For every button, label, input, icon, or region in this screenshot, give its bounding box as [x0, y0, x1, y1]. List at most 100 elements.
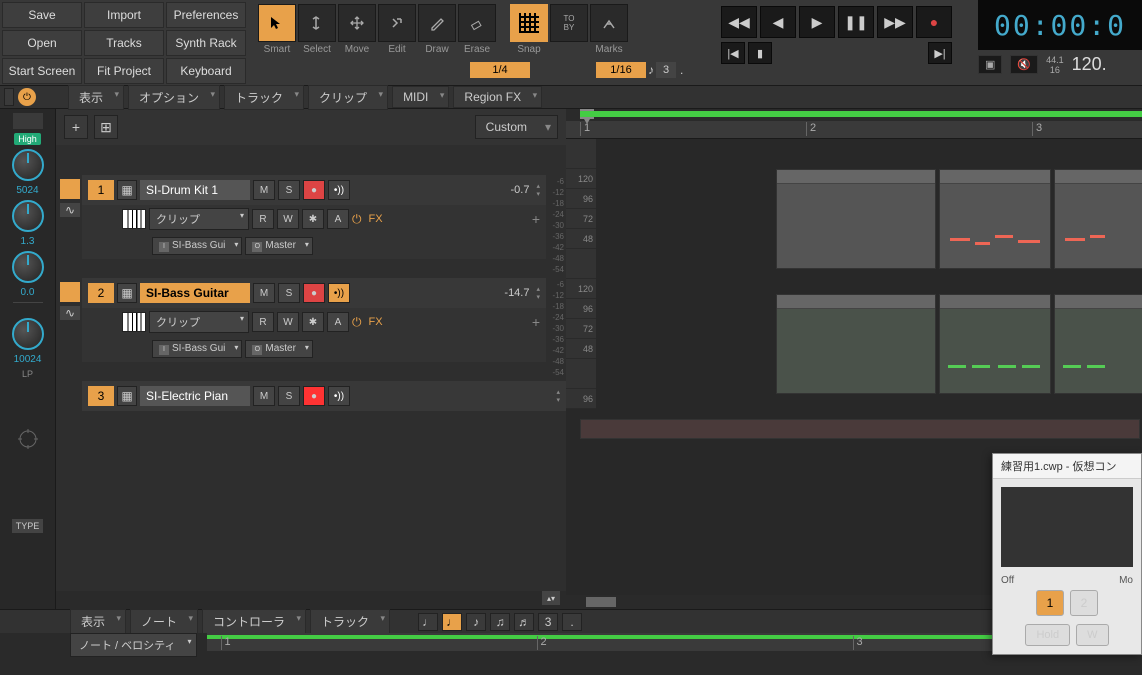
edit-tool[interactable]: [378, 4, 416, 42]
track-1-arm[interactable]: ●: [303, 180, 325, 200]
marks-button[interactable]: [590, 4, 628, 42]
knob-2[interactable]: [12, 200, 44, 232]
track-1-clip-dd[interactable]: クリップ: [149, 208, 249, 230]
start-screen-button[interactable]: Start Screen: [2, 58, 82, 84]
track-dropdown[interactable]: トラック: [224, 85, 304, 110]
velocity-dd[interactable]: ノート / ベロシティ: [70, 633, 197, 657]
midi-dropdown[interactable]: MIDI: [392, 86, 449, 108]
select-tool[interactable]: [298, 4, 336, 42]
snap-button[interactable]: [510, 4, 548, 42]
note-triplet[interactable]: 3: [538, 613, 558, 631]
track-2-add-fx[interactable]: +: [532, 314, 540, 330]
note-eighth[interactable]: ♫: [490, 613, 510, 631]
track-3-solo[interactable]: S: [278, 386, 300, 406]
track-2-fx[interactable]: FX: [369, 316, 383, 328]
note-quarter[interactable]: ♪: [466, 613, 486, 631]
synth-rack-button[interactable]: Synth Rack: [166, 30, 246, 56]
browser-icon[interactable]: [13, 113, 43, 129]
w-button[interactable]: W: [1076, 624, 1108, 646]
to-by-button[interactable]: TOBY: [550, 4, 588, 42]
track-1-arrows[interactable]: ▴▾: [536, 182, 540, 198]
piano-note-dd[interactable]: ノート: [130, 609, 198, 634]
rewind-button[interactable]: ◀◀: [721, 6, 757, 38]
track-3-type-icon[interactable]: ▦: [117, 386, 137, 406]
track-3-arrows[interactable]: ▴▾: [556, 388, 560, 404]
folder-button[interactable]: ⊞: [94, 115, 118, 139]
track-2-volume[interactable]: -14.7: [504, 287, 529, 299]
track-2-keys-icon[interactable]: [122, 312, 146, 332]
keyboard-button[interactable]: Keyboard: [166, 58, 246, 84]
view-dropdown[interactable]: 表示: [68, 85, 124, 110]
track-1-write[interactable]: W: [277, 209, 299, 229]
horizontal-scrollbar[interactable]: [586, 597, 616, 607]
track-1-add-fx[interactable]: +: [532, 211, 540, 227]
type-button[interactable]: TYPE: [12, 519, 44, 533]
track-3-echo[interactable]: •)): [328, 386, 350, 406]
track-3-mute[interactable]: M: [253, 386, 275, 406]
track-2-fx-power[interactable]: ⏻: [352, 315, 362, 330]
track-1-output[interactable]: OMaster: [245, 237, 313, 255]
note-dotted[interactable]: .: [562, 613, 582, 631]
track-2-clip-dd[interactable]: クリップ: [149, 311, 249, 333]
clip-t2-1[interactable]: [776, 294, 936, 394]
import-button[interactable]: Import: [84, 2, 164, 28]
track-3-number[interactable]: 3: [88, 386, 114, 406]
track-1-volume[interactable]: -0.7: [511, 184, 530, 196]
track-2-arrows[interactable]: ▴▾: [536, 285, 540, 301]
erase-tool[interactable]: [458, 4, 496, 42]
piano-controller-dd[interactable]: コントローラ: [202, 609, 306, 634]
note-whole[interactable]: ♩: [418, 613, 438, 631]
track-3-name[interactable]: SI-Electric Pian: [140, 386, 250, 406]
track-2-echo[interactable]: •)): [328, 283, 350, 303]
knob-1[interactable]: [12, 149, 44, 181]
track-2-color[interactable]: [60, 282, 80, 302]
track-2-read[interactable]: R: [252, 312, 274, 332]
clip-t3-1[interactable]: [580, 419, 1140, 439]
knob-4[interactable]: [12, 318, 44, 350]
snap-primary[interactable]: 1/4: [470, 62, 530, 78]
forward-button[interactable]: ▶▶: [877, 6, 913, 38]
track-3-arm[interactable]: ●: [303, 386, 325, 406]
save-button[interactable]: Save: [2, 2, 82, 28]
track-1-number[interactable]: 1: [88, 180, 114, 200]
knob-3[interactable]: [12, 251, 44, 283]
options-dropdown[interactable]: オプション: [128, 85, 220, 110]
track-2-input[interactable]: ISI-Bass Gui: [152, 340, 242, 358]
track-2-arm[interactable]: ●: [303, 283, 325, 303]
collapse-button[interactable]: ▴▾: [542, 591, 560, 605]
hold-button[interactable]: Hold: [1025, 624, 1070, 646]
preset-dropdown[interactable]: Custom: [475, 115, 558, 139]
draw-tool[interactable]: [418, 4, 456, 42]
target-icon[interactable]: [16, 427, 40, 451]
mute-icon[interactable]: 🔇: [1010, 55, 1038, 74]
piano-track-dd[interactable]: トラック: [310, 609, 390, 634]
track-2-number[interactable]: 2: [88, 283, 114, 303]
note-sixteenth[interactable]: ♬: [514, 613, 534, 631]
note-half[interactable]: ♩: [442, 613, 462, 631]
track-1-name[interactable]: SI-Drum Kit 1: [140, 180, 250, 200]
sub-icon-1[interactable]: [4, 88, 14, 106]
loop-region[interactable]: [580, 111, 1142, 117]
track-1-wave-icon[interactable]: ∿: [60, 203, 80, 217]
pause-button[interactable]: ❚❚: [838, 6, 874, 38]
clip-t2-2[interactable]: [939, 294, 1051, 394]
track-1-echo[interactable]: •)): [328, 180, 350, 200]
track-1-mute[interactable]: M: [253, 180, 275, 200]
preferences-button[interactable]: Preferences: [166, 2, 246, 28]
smart-tool[interactable]: [258, 4, 296, 42]
vc-button-1[interactable]: 1: [1036, 590, 1064, 616]
add-track-button[interactable]: +: [64, 115, 88, 139]
clip-dropdown[interactable]: クリップ: [308, 85, 388, 110]
open-button[interactable]: Open: [2, 30, 82, 56]
virtual-controller-window[interactable]: 練習用1.cwp - 仮想コン Off Mo 1 2 Hold W: [992, 453, 1142, 655]
track-1-solo[interactable]: S: [278, 180, 300, 200]
track-2-output[interactable]: OMaster: [245, 340, 313, 358]
clip-t1-1[interactable]: [776, 169, 936, 269]
fit-project-button[interactable]: Fit Project: [84, 58, 164, 84]
track-1-color[interactable]: [60, 179, 80, 199]
track-1-input[interactable]: ISI-Bass Gui: [152, 237, 242, 255]
goto-end-button[interactable]: ▶|: [928, 42, 952, 64]
back-button[interactable]: ◀: [760, 6, 796, 38]
track-2-archive[interactable]: A: [327, 312, 349, 332]
tracks-button[interactable]: Tracks: [84, 30, 164, 56]
